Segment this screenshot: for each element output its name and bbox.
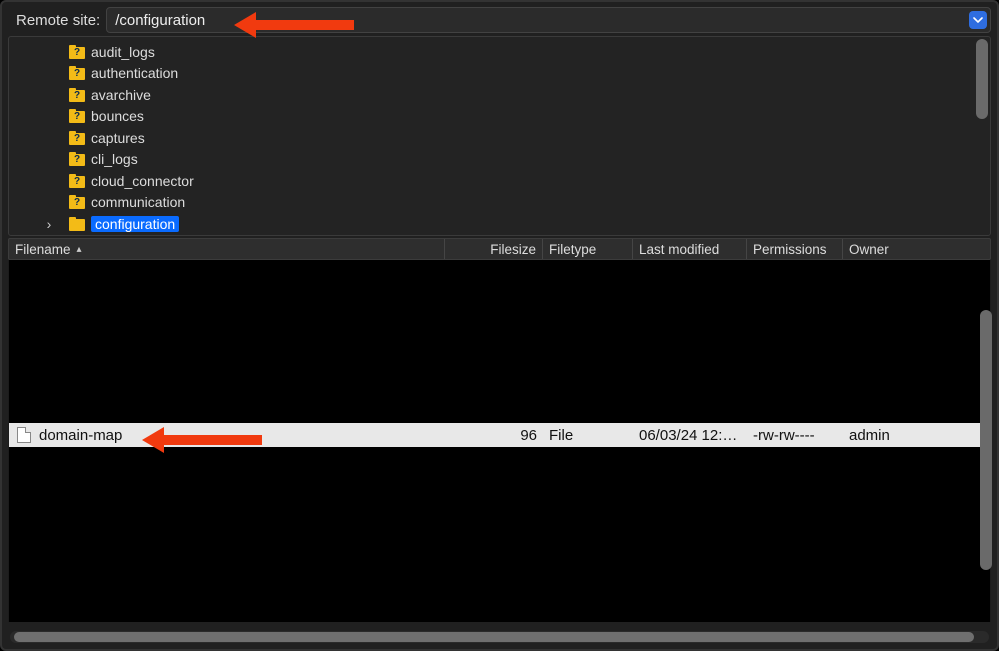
tree-item-label: cloud_connector	[91, 173, 194, 189]
tree-scroll-thumb[interactable]	[976, 39, 988, 119]
file-modified-cell: 06/03/24 12:…	[633, 427, 747, 444]
file-permissions-cell: -rw-rw----	[747, 427, 843, 444]
remote-address-bar: Remote site: /configuration	[8, 6, 991, 34]
folder-icon: ?	[69, 152, 85, 166]
file-type-cell: File	[543, 427, 633, 444]
remote-path-dropdown-button[interactable]	[969, 11, 987, 29]
list-vertical-scrollbar[interactable]	[980, 260, 992, 622]
list-scroll-thumb[interactable]	[980, 310, 992, 570]
folder-icon: ?	[69, 109, 85, 123]
column-filesize-label: Filesize	[490, 242, 536, 257]
remote-site-label: Remote site:	[8, 12, 100, 29]
tree-item[interactable]: ? communication	[9, 192, 990, 214]
tree-item-label: configuration	[91, 216, 179, 232]
column-filesize[interactable]: Filesize	[445, 239, 543, 259]
tree-item-label: captures	[91, 130, 145, 146]
horizontal-scroll-thumb[interactable]	[14, 632, 974, 642]
folder-icon: ?	[69, 195, 85, 209]
file-list-header: Filename ▴ Filesize Filetype Last modifi…	[8, 238, 991, 260]
tree-item-label: bounces	[91, 108, 144, 124]
folder-icon: ?	[69, 45, 85, 59]
column-last-modified[interactable]: Last modified	[633, 239, 747, 259]
tree-item-label: communication	[91, 194, 185, 210]
remote-path-value[interactable]: /configuration	[115, 12, 962, 29]
tree-item[interactable]: ? authentication	[9, 63, 990, 85]
file-icon	[17, 427, 31, 443]
folder-icon: ?	[69, 131, 85, 145]
tree-expander[interactable]: ›	[43, 216, 55, 232]
folder-icon: ?	[69, 66, 85, 80]
column-owner-label: Owner	[849, 242, 889, 257]
column-owner[interactable]: Owner	[843, 239, 990, 259]
remote-directory-tree[interactable]: ? audit_logs? authentication? avarchive? bou…	[8, 36, 991, 236]
tree-vertical-scrollbar[interactable]	[976, 39, 988, 233]
tree-item-label: authentication	[91, 65, 178, 81]
file-name: domain-map	[39, 427, 122, 444]
chevron-down-icon	[973, 15, 983, 25]
column-filetype-label: Filetype	[549, 242, 596, 257]
horizontal-scrollbar[interactable]	[10, 631, 989, 643]
sort-ascending-icon: ▴	[77, 244, 82, 255]
tree-item[interactable]: ? cloud_connector	[9, 170, 990, 192]
file-size-cell: 96	[445, 427, 543, 444]
folder-icon	[69, 217, 85, 231]
tree-item[interactable]: ? avarchive	[9, 84, 990, 106]
column-filename[interactable]: Filename ▴	[9, 239, 445, 259]
tree-item[interactable]: ? bounces	[9, 106, 990, 128]
tree-item[interactable]: › configuration	[9, 213, 990, 235]
tree-item[interactable]: ? cli_logs	[9, 149, 990, 171]
folder-icon: ?	[69, 174, 85, 188]
column-filetype[interactable]: Filetype	[543, 239, 633, 259]
column-lastmod-label: Last modified	[639, 242, 719, 257]
remote-panel: Remote site: /configuration ? audit_logs?…	[0, 0, 999, 651]
column-permissions-label: Permissions	[753, 242, 827, 257]
tree-item-label: audit_logs	[91, 44, 155, 60]
remote-path-field[interactable]: /configuration	[106, 7, 991, 33]
tree-item[interactable]: ? audit_logs	[9, 41, 990, 63]
file-owner-cell: admin	[843, 427, 990, 444]
column-filename-label: Filename	[15, 242, 71, 257]
tree-item-label: cli_logs	[91, 151, 138, 167]
file-name-cell: domain-map	[9, 427, 445, 444]
tree-item[interactable]: ? captures	[9, 127, 990, 149]
tree-item-label: avarchive	[91, 87, 151, 103]
column-permissions[interactable]: Permissions	[747, 239, 843, 259]
file-row[interactable]: domain-map 96 File 06/03/24 12:… -rw-rw-…	[9, 423, 990, 447]
folder-icon: ?	[69, 88, 85, 102]
remote-file-list[interactable]: domain-map 96 File 06/03/24 12:… -rw-rw-…	[8, 260, 991, 622]
